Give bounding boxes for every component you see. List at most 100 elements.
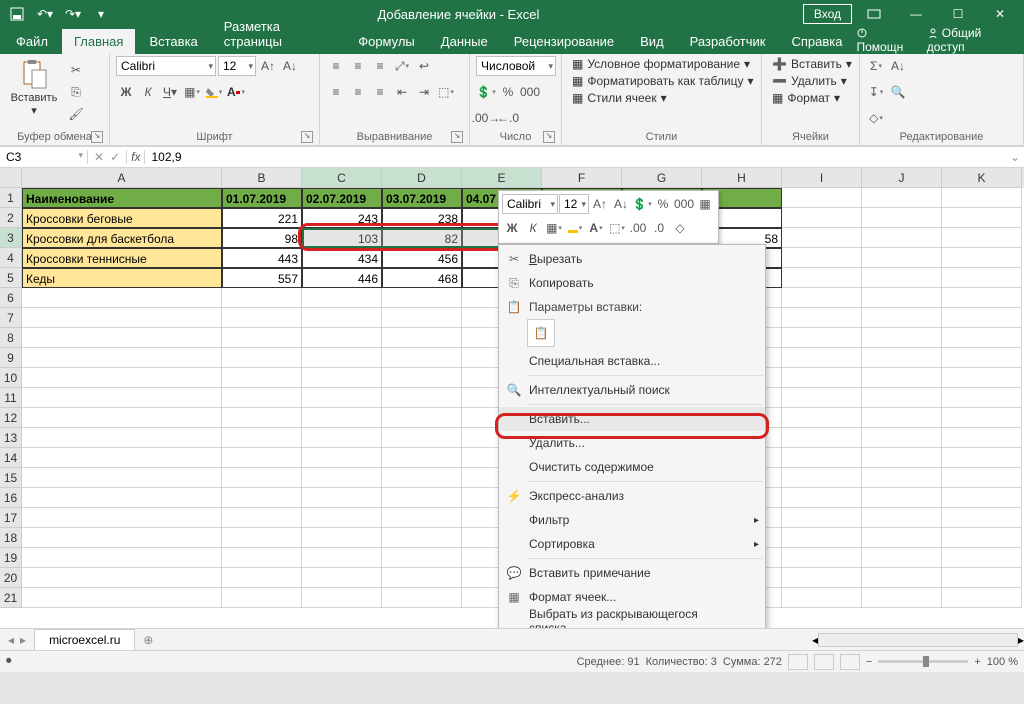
row-header-14[interactable]: 14 <box>0 448 22 468</box>
align-right-icon[interactable]: ≡ <box>370 82 390 102</box>
tab-view[interactable]: Вид <box>628 29 676 54</box>
cell-B19[interactable] <box>222 548 302 568</box>
cell-I20[interactable] <box>782 568 862 588</box>
cell-J6[interactable] <box>862 288 942 308</box>
comma-icon[interactable]: 000 <box>520 82 540 102</box>
cell-J7[interactable] <box>862 308 942 328</box>
cell-I3[interactable] <box>782 228 862 248</box>
align-bottom-icon[interactable]: ≡ <box>370 56 390 76</box>
cell-I21[interactable] <box>782 588 862 608</box>
col-header-J[interactable]: J <box>862 168 942 188</box>
cell-J10[interactable] <box>862 368 942 388</box>
col-header-H[interactable]: H <box>702 168 782 188</box>
row-header-19[interactable]: 19 <box>0 548 22 568</box>
cell-K4[interactable] <box>942 248 1022 268</box>
cell-D21[interactable] <box>382 588 462 608</box>
increase-indent-icon[interactable]: ⇥ <box>414 82 434 102</box>
cell-D1[interactable]: 03.07.2019 <box>382 188 462 208</box>
mini-fill-icon[interactable] <box>565 218 585 238</box>
row-header-11[interactable]: 11 <box>0 388 22 408</box>
cell-C13[interactable] <box>302 428 382 448</box>
bold-icon[interactable]: Ж <box>116 82 136 102</box>
merge-icon[interactable]: ⬚ <box>436 82 456 102</box>
cell-C15[interactable] <box>302 468 382 488</box>
cell-A19[interactable] <box>22 548 222 568</box>
cell-D7[interactable] <box>382 308 462 328</box>
number-format-combo[interactable]: Числовой <box>476 56 556 76</box>
cell-D2[interactable]: 238 <box>382 208 462 228</box>
format-painter-icon[interactable]: 🖌 <box>66 104 86 124</box>
row-header-5[interactable]: 5 <box>0 268 22 288</box>
row-header-3[interactable]: 3 <box>0 228 22 248</box>
mini-shrink-font-icon[interactable]: A↓ <box>611 194 631 214</box>
row-header-13[interactable]: 13 <box>0 428 22 448</box>
mini-merge-icon[interactable]: ⬚ <box>607 218 627 238</box>
zoom-out-icon[interactable]: − <box>866 656 872 668</box>
cell-B3[interactable]: 98 <box>222 228 302 248</box>
row-header-17[interactable]: 17 <box>0 508 22 528</box>
mini-accounting-icon[interactable]: 💲 <box>632 194 652 214</box>
row-header-15[interactable]: 15 <box>0 468 22 488</box>
cell-A20[interactable] <box>22 568 222 588</box>
cell-A11[interactable] <box>22 388 222 408</box>
cell-K7[interactable] <box>942 308 1022 328</box>
cell-D17[interactable] <box>382 508 462 528</box>
cell-J19[interactable] <box>862 548 942 568</box>
mini-font-combo[interactable]: Calibri <box>502 194 558 214</box>
ctx-format-cells[interactable]: ▦Формат ячеек... <box>499 585 765 609</box>
mini-fontcolor-icon[interactable]: А <box>586 218 606 238</box>
mini-decdec-icon[interactable]: .0 <box>649 218 669 238</box>
mini-incdec-icon[interactable]: .00 <box>628 218 648 238</box>
cell-K17[interactable] <box>942 508 1022 528</box>
cell-C10[interactable] <box>302 368 382 388</box>
ctx-delete[interactable]: Удалить... <box>499 431 765 455</box>
col-header-G[interactable]: G <box>622 168 702 188</box>
cell-C19[interactable] <box>302 548 382 568</box>
cell-C3[interactable]: 103 <box>302 228 382 248</box>
cell-K6[interactable] <box>942 288 1022 308</box>
zoom-in-icon[interactable]: + <box>974 656 980 668</box>
tell-me-button[interactable]: Помощн <box>856 26 912 54</box>
mini-size-combo[interactable]: 12 <box>559 194 589 214</box>
decrease-font-icon[interactable]: A↓ <box>280 56 300 76</box>
cell-B4[interactable]: 443 <box>222 248 302 268</box>
row-header-8[interactable]: 8 <box>0 328 22 348</box>
align-middle-icon[interactable]: ≡ <box>348 56 368 76</box>
ctx-copy[interactable]: ⎘Копировать <box>499 271 765 295</box>
ctx-sort[interactable]: Сортировка <box>499 532 765 556</box>
cell-A5[interactable]: Кеды <box>22 268 222 288</box>
cell-D12[interactable] <box>382 408 462 428</box>
cell-K10[interactable] <box>942 368 1022 388</box>
row-header-7[interactable]: 7 <box>0 308 22 328</box>
font-launcher-icon[interactable]: ↘ <box>301 131 313 143</box>
redo-icon[interactable]: ↷▾ <box>60 3 86 25</box>
cell-J21[interactable] <box>862 588 942 608</box>
cell-B21[interactable] <box>222 588 302 608</box>
cell-I15[interactable] <box>782 468 862 488</box>
col-header-I[interactable]: I <box>782 168 862 188</box>
format-as-table-button[interactable]: ▦ Форматировать как таблицу ▾ <box>568 73 758 89</box>
col-header-B[interactable]: B <box>222 168 302 188</box>
cell-J11[interactable] <box>862 388 942 408</box>
hscroll-track[interactable] <box>818 633 1018 647</box>
view-normal-icon[interactable] <box>788 654 808 670</box>
cell-K13[interactable] <box>942 428 1022 448</box>
ctx-filter[interactable]: Фильтр <box>499 508 765 532</box>
cell-C1[interactable]: 02.07.2019 <box>302 188 382 208</box>
cell-K1[interactable] <box>942 188 1022 208</box>
tab-layout[interactable]: Разметка страницы <box>212 14 344 54</box>
maximize-icon[interactable]: ☐ <box>938 3 978 25</box>
cell-K19[interactable] <box>942 548 1022 568</box>
cell-I2[interactable] <box>782 208 862 228</box>
row-header-18[interactable]: 18 <box>0 528 22 548</box>
cell-C11[interactable] <box>302 388 382 408</box>
sheet-next-icon[interactable]: ▸ <box>20 633 26 647</box>
record-macro-icon[interactable]: ⏺ <box>6 655 12 668</box>
expand-formula-icon[interactable]: ⌄ <box>1006 150 1024 164</box>
cell-A3[interactable]: Кроссовки для баскетбола <box>22 228 222 248</box>
cell-B8[interactable] <box>222 328 302 348</box>
cell-C16[interactable] <box>302 488 382 508</box>
clipboard-launcher-icon[interactable]: ↘ <box>91 131 103 143</box>
cell-B2[interactable]: 221 <box>222 208 302 228</box>
cell-K11[interactable] <box>942 388 1022 408</box>
